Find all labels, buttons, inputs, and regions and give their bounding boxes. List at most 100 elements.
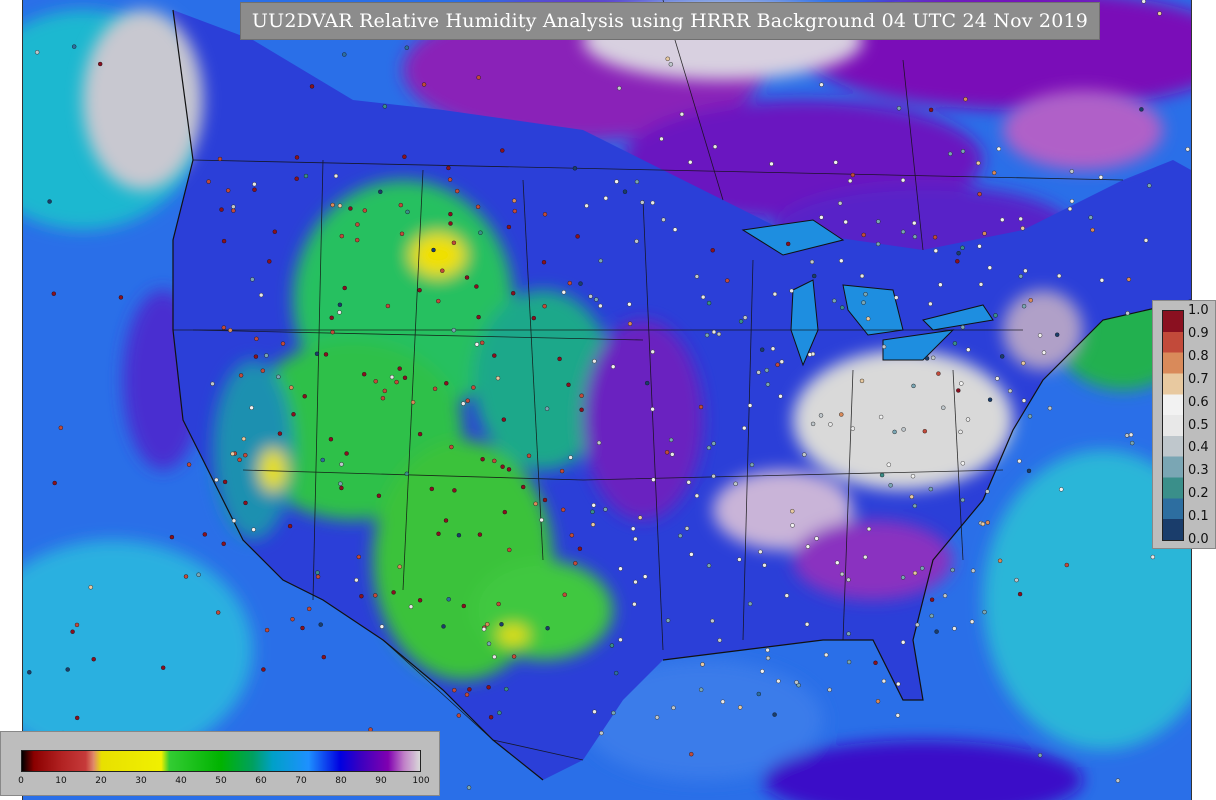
observation-dot xyxy=(765,382,771,387)
observation-colorbar: 0.0 0.1 0.2 0.3 0.4 0.5 0.6 0.7 0.8 0.9 1.0 xyxy=(1152,300,1216,549)
observation-dot xyxy=(222,479,228,485)
observation-dot xyxy=(464,692,470,697)
observation-colorbar-tick: 0.1 xyxy=(1188,509,1209,525)
analysis-colorbar-tick: 100 xyxy=(412,776,430,786)
observation-colorbar-tick: 0.9 xyxy=(1188,325,1209,341)
observation-dot xyxy=(1000,217,1005,223)
observation-dot xyxy=(488,715,494,720)
observation-dot xyxy=(956,250,961,256)
observation-dot xyxy=(1021,398,1027,403)
observation-dot xyxy=(481,627,487,632)
observation-dot xyxy=(448,221,453,226)
analysis-colorbar: 0 10 20 30 40 50 60 70 80 90 100 xyxy=(0,731,440,796)
observation-dot xyxy=(379,624,385,629)
observation-dot xyxy=(452,688,457,693)
observation-dot xyxy=(264,627,270,633)
observation-dot xyxy=(436,531,441,536)
observation-dot xyxy=(314,351,320,356)
observation-dot xyxy=(1037,753,1043,758)
observation-dot xyxy=(912,570,918,576)
observation-dot xyxy=(1021,304,1027,309)
map-canvas xyxy=(23,0,1191,800)
observation-dot xyxy=(252,187,257,192)
observation-dot xyxy=(982,609,987,615)
observation-dot xyxy=(399,231,405,237)
observation-dot xyxy=(545,626,550,631)
analysis-colorbar-tick: 20 xyxy=(95,776,107,786)
observation-dot xyxy=(650,349,655,354)
observation-dot xyxy=(689,752,694,757)
observation-dot xyxy=(706,300,712,306)
observation-dot xyxy=(659,136,664,142)
observation-dot xyxy=(982,231,987,236)
observation-dot xyxy=(441,624,446,629)
observation-dot xyxy=(217,156,223,162)
observation-dot xyxy=(359,594,364,599)
observation-dot xyxy=(539,517,544,523)
observation-dot xyxy=(838,201,843,206)
observation-dot xyxy=(700,662,705,667)
observation-dot xyxy=(417,288,422,293)
observation-dot xyxy=(694,274,700,279)
observation-dot xyxy=(672,227,678,232)
observation-dot xyxy=(51,291,56,296)
observation-dot xyxy=(52,480,57,486)
observation-dot xyxy=(500,148,505,153)
observation-dot xyxy=(577,546,583,551)
observation-dot xyxy=(661,217,666,222)
observation-dot xyxy=(805,544,811,549)
observation-dot xyxy=(794,680,799,685)
observation-dot xyxy=(391,590,396,595)
observation-dot xyxy=(431,247,436,253)
observation-dot xyxy=(230,451,235,456)
observation-dot xyxy=(362,372,367,377)
observation-dot xyxy=(888,483,893,488)
observation-dot xyxy=(614,670,619,676)
observation-dot xyxy=(196,572,201,577)
observation-dot xyxy=(960,461,965,466)
observation-dot xyxy=(1067,206,1073,212)
observation-dot xyxy=(901,229,906,235)
observation-dot xyxy=(467,687,472,692)
observation-dot xyxy=(598,258,603,263)
observation-dot xyxy=(900,575,906,580)
map-title: UU2DVAR Relative Humidity Analysis using… xyxy=(240,2,1100,40)
observation-dot xyxy=(772,291,778,297)
observation-dot xyxy=(952,341,958,346)
observation-dot xyxy=(762,563,767,568)
observation-dot xyxy=(956,388,961,393)
observation-dot xyxy=(622,189,628,194)
observation-dot xyxy=(476,75,481,80)
observation-dot xyxy=(1157,11,1162,16)
observation-dot xyxy=(210,381,215,386)
observation-dot xyxy=(756,370,761,375)
observation-dot xyxy=(27,670,32,675)
observation-dot xyxy=(859,273,865,279)
observation-dot xyxy=(651,477,656,482)
observation-dot xyxy=(75,715,80,721)
analysis-colorbar-tick: 10 xyxy=(55,776,67,786)
observation-dot xyxy=(272,229,278,234)
observation-dot xyxy=(557,356,562,362)
observation-dot xyxy=(966,347,971,352)
observation-dot xyxy=(354,577,359,583)
observation-dot xyxy=(567,280,572,286)
observation-dot xyxy=(579,407,584,412)
observation-dot xyxy=(496,601,501,607)
observation-dot xyxy=(562,592,567,597)
observation-dot xyxy=(592,709,597,714)
observation-dot xyxy=(960,497,965,503)
analysis-colorbar-tick: 40 xyxy=(175,776,187,786)
observation-dot xyxy=(318,622,323,627)
observation-dot xyxy=(839,258,844,263)
observation-dot xyxy=(839,412,844,417)
observation-dot xyxy=(572,166,578,171)
observation-dot xyxy=(758,549,763,554)
observation-dot xyxy=(760,347,765,352)
observation-dot xyxy=(699,687,704,692)
observation-dot xyxy=(397,366,402,371)
observation-dot xyxy=(756,691,761,697)
observation-dot xyxy=(526,453,532,458)
observation-dot xyxy=(1064,562,1070,568)
observation-dot xyxy=(231,208,236,213)
